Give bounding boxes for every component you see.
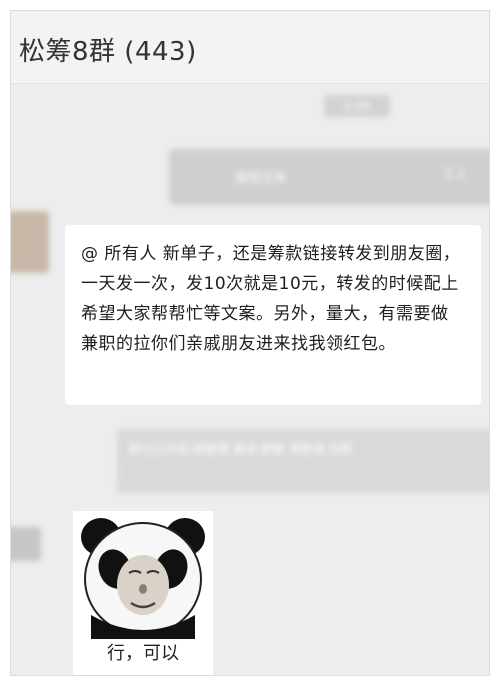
sent-message-bubble[interactable]: 复制文本 2.1 <box>169 149 489 205</box>
received-message-bubble[interactable]: @ 所有人 新单子，还是筹款链接转发到朋友圈，一天发一次，发10次就是10元，转… <box>65 225 481 405</box>
panda-face-icon <box>81 518 205 639</box>
sent-message-text: 复制文本 <box>235 171 288 186</box>
sticker-caption: 行，可以 <box>107 643 179 664</box>
sender-avatar[interactable] <box>11 211 49 273</box>
system-notice-text: 群主已开启 群管理 邀请 群聊 请邀请 加群 <box>129 442 353 456</box>
timestamp-label: 1:04 <box>343 99 371 113</box>
chat-window: 松筹8群 (443) 1:04 复制文本 2.1 @ 所有人 新单子，还是筹款链… <box>10 10 490 676</box>
sent-message-meta: 2.1 <box>445 167 466 182</box>
group-title[interactable]: 松筹8群 (443) <box>19 31 197 68</box>
sticker-message[interactable]: 行，可以 <box>73 511 213 675</box>
timestamp-pill: 1:04 <box>324 95 390 117</box>
chat-header: 松筹8群 (443) <box>11 11 489 84</box>
sender-avatar-2[interactable] <box>11 527 41 561</box>
received-message-text: @ 所有人 新单子，还是筹款链接转发到朋友圈，一天发一次，发10次就是10元，转… <box>81 244 461 354</box>
system-notice: 群主已开启 群管理 邀请 群聊 请邀请 加群 <box>117 429 489 493</box>
